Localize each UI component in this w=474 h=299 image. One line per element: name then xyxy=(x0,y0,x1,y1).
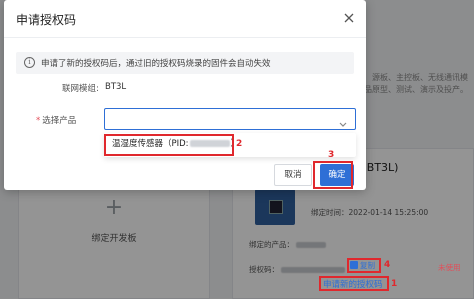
required-mark: * xyxy=(36,116,41,126)
module-value: BT3L xyxy=(105,82,127,92)
apply-auth-code-dialog: 申请授权码 i 申请了新的授权码后，通过旧的授权码烧录的固件会自动失效 联网模组… xyxy=(4,0,366,190)
annotation-number-4: 4 xyxy=(384,260,391,270)
chevron-down-icon xyxy=(338,114,348,127)
info-icon: i xyxy=(24,57,35,68)
dialog-header: 申请授权码 xyxy=(4,0,366,38)
product-select[interactable] xyxy=(104,108,356,130)
product-label: * 选择产品 xyxy=(36,114,76,126)
unused-status: 未使用 xyxy=(438,263,461,272)
notice-banner: i 申请了新的授权码后，通过旧的授权码烧录的固件会自动失效 xyxy=(16,52,354,74)
dialog-title: 申请授权码 xyxy=(16,13,77,27)
annotation-box-1 xyxy=(319,276,389,291)
annotation-box-3 xyxy=(313,161,353,189)
cancel-button[interactable]: 取消 xyxy=(274,164,312,186)
annotation-box-2 xyxy=(104,134,234,156)
annotation-number-1: 1 xyxy=(391,279,398,289)
notice-text: 申请了新的授权码后，通过旧的授权码烧录的固件会自动失效 xyxy=(41,59,271,69)
annotation-number-3: 3 xyxy=(328,150,335,160)
module-label: 联网模组: xyxy=(62,84,99,94)
close-icon[interactable] xyxy=(342,11,356,25)
product-label-text: 选择产品 xyxy=(42,116,77,126)
annotation-box-4 xyxy=(347,258,381,273)
annotation-number-2: 2 xyxy=(236,139,243,149)
